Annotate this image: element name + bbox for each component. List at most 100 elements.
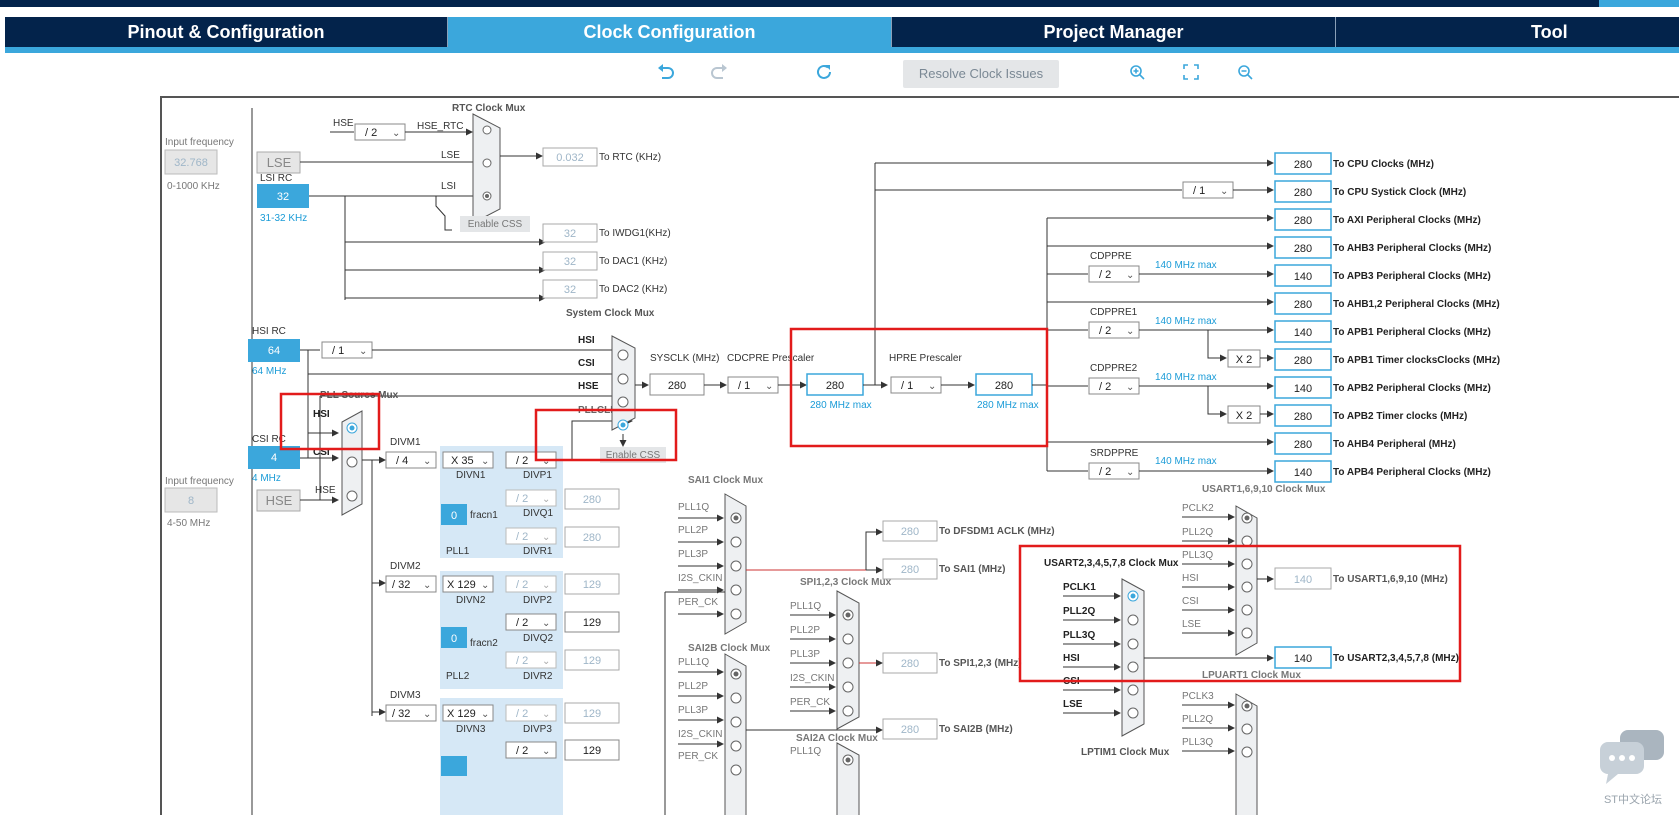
rtc-radio-hse[interactable]: [482, 125, 492, 135]
sai2b-radio[interactable]: [730, 692, 742, 704]
tab-clock-configuration[interactable]: Clock Configuration: [448, 17, 892, 47]
sai2b-input-label: PLL2P: [678, 681, 708, 692]
apb2-timer-x2-label: X 2: [1236, 410, 1253, 422]
sai2b-output-value: 280: [901, 724, 919, 736]
rtc-enable-css-label: Enable CSS: [468, 219, 523, 230]
lpuart-radio[interactable]: [1241, 746, 1253, 758]
pll1-frac: 0: [451, 510, 457, 522]
sysmux-radio-csi[interactable]: [617, 373, 629, 385]
chevron-down-icon: ⌄: [542, 532, 550, 543]
pll2-divn-label: DIVN2: [456, 595, 486, 606]
chevron-down-icon: ⌄: [423, 709, 431, 720]
output-value: 280: [1294, 187, 1312, 199]
usart16-radio[interactable]: [1241, 535, 1253, 547]
sysmux-radio-hse[interactable]: [617, 396, 629, 408]
output-value: 280: [1294, 215, 1312, 227]
spi-radio[interactable]: [842, 633, 854, 645]
sai1-input-label: I2S_CKIN: [678, 573, 722, 584]
usart2-input-label: LSE: [1063, 699, 1083, 710]
apb1-timer-x2-label: X 2: [1236, 354, 1253, 366]
usart16-radio[interactable]: [1241, 604, 1253, 616]
pll-src-radio-hse[interactable]: [346, 490, 358, 502]
usart2-radio[interactable]: [1127, 707, 1139, 719]
pll-source-mux-title: PLL Source Mux: [320, 390, 399, 401]
usart2-radio[interactable]: [1127, 684, 1139, 696]
dfsdm-output-label: To DFSDM1 ACLK (MHz): [939, 526, 1055, 537]
rtc-radio-lse[interactable]: [482, 158, 492, 168]
pll3-frac-field[interactable]: [441, 756, 467, 776]
sai1-output-label: To SAI1 (MHz): [939, 564, 1005, 575]
pll-src-radio-csi[interactable]: [346, 456, 358, 468]
sai2b-mux-title: SAI2B Clock Mux: [688, 643, 771, 654]
usart16-input-label: HSI: [1182, 573, 1199, 584]
pll2-name: PLL2: [446, 671, 470, 682]
lse-freq-label: Input frequency: [165, 137, 234, 148]
output-label: To APB1 Timer clocksClocks (MHz): [1333, 355, 1500, 366]
undo-icon[interactable]: [654, 60, 678, 84]
csi-value: 4: [271, 452, 277, 464]
redo-icon[interactable]: [707, 60, 731, 84]
spi-input-label: I2S_CKIN: [790, 673, 834, 684]
spi-radio[interactable]: [842, 705, 854, 717]
sai1-radio[interactable]: [730, 608, 742, 620]
cdppre1-max: 140 MHz max: [1155, 316, 1217, 327]
sai1-radio[interactable]: [730, 584, 742, 596]
usart2-radio[interactable]: [1127, 614, 1139, 626]
pll2-divq-out: 129: [583, 617, 601, 629]
dac2-output-label: To DAC2 (KHz): [599, 284, 667, 295]
chevron-down-icon: ⌄: [928, 381, 936, 392]
cdppre-max: 140 MHz max: [1155, 260, 1217, 271]
refresh-icon[interactable]: [812, 60, 836, 84]
hse-freq-label: Input frequency: [165, 476, 234, 487]
tab-project-manager[interactable]: Project Manager: [892, 17, 1336, 47]
sai2b-input-label: PLL3P: [678, 705, 708, 716]
lpuart-mux-title: LPUART1 Clock Mux: [1202, 670, 1301, 681]
zoom-in-icon[interactable]: [1125, 60, 1149, 84]
sai1-input-label: PLL1Q: [678, 502, 709, 513]
sai2b-radio[interactable]: [730, 716, 742, 728]
resolve-clock-issues-button[interactable]: Resolve Clock Issues: [903, 60, 1059, 88]
tab-pinout[interactable]: Pinout & Configuration: [5, 17, 448, 47]
output-label: To APB4 Peripheral Clocks (MHz): [1333, 467, 1491, 478]
output-label: To AHB3 Peripheral Clocks (MHz): [1333, 243, 1491, 254]
iwdg-output-label: To IWDG1(KHz): [599, 228, 671, 239]
zoom-out-icon[interactable]: [1233, 60, 1257, 84]
usart16-radio[interactable]: [1241, 581, 1253, 593]
usart2-radio[interactable]: [1127, 661, 1139, 673]
sysmux-radio-hsi[interactable]: [617, 349, 629, 361]
sai2b-radio[interactable]: [730, 764, 742, 776]
clock-output-list: 280 To CPU Clocks (MHz) 280 To CPU Systi…: [1274, 152, 1500, 483]
chevron-down-icon: ⌄: [542, 709, 550, 720]
pll1-divq: / 2: [516, 493, 528, 505]
usart16-radio[interactable]: [1241, 627, 1253, 639]
spi-radio[interactable]: [842, 657, 854, 669]
spi-input-label: PLL3P: [790, 649, 820, 660]
spi-radio[interactable]: [842, 681, 854, 693]
cdppre2-max: 140 MHz max: [1155, 372, 1217, 383]
output-label: To APB2 Timer clocks (MHz): [1333, 411, 1467, 422]
lpuart-input-label: PLL3Q: [1182, 737, 1213, 748]
sai2a-clock-mux[interactable]: [836, 742, 860, 815]
usart2-output-value: 140: [1294, 653, 1312, 665]
output-value: 280: [1294, 439, 1312, 451]
output-value: 140: [1294, 327, 1312, 339]
cdppre-label: CDPPRE: [1090, 251, 1132, 262]
pll3-divm-label: DIVM3: [390, 690, 421, 701]
chevron-down-icon: ⌄: [542, 580, 550, 591]
usart2-radio[interactable]: [1127, 638, 1139, 650]
sysmux-hsi-label: HSI: [578, 335, 595, 346]
chevron-down-icon: ⌄: [542, 746, 550, 757]
lse-freq-value: 32.768: [174, 157, 208, 169]
sai1-input-label: PLL3P: [678, 549, 708, 560]
chevron-down-icon: ⌄: [1126, 270, 1134, 281]
chevron-down-icon: ⌄: [359, 346, 367, 357]
sai1-radio[interactable]: [730, 560, 742, 572]
usart16-input-label: PCLK2: [1182, 503, 1214, 514]
sai2b-radio[interactable]: [730, 740, 742, 752]
tab-tools[interactable]: Tool: [1336, 17, 1679, 47]
lpuart-radio[interactable]: [1241, 723, 1253, 735]
sai1-radio[interactable]: [730, 536, 742, 548]
fit-screen-icon[interactable]: [1179, 60, 1203, 84]
usart16-radio[interactable]: [1241, 558, 1253, 570]
pll-src-hse-label: HSE: [315, 485, 336, 496]
